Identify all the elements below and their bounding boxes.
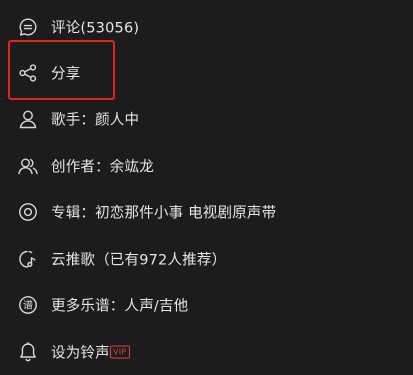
people-icon <box>16 154 40 178</box>
menu-item-label: 云推歌（已有972人推荐） <box>51 252 227 269</box>
bell-icon <box>16 340 40 364</box>
menu-item-label: 设为铃声 <box>51 345 110 362</box>
sheet-music-icon: 谱 <box>16 293 40 317</box>
menu-item-label: 评论(53056) <box>51 20 140 37</box>
person-icon <box>16 107 40 131</box>
svg-text:谱: 谱 <box>23 299 33 312</box>
menu-item-label: 更多乐谱：人声/吉他 <box>51 298 189 315</box>
menu-item-label: 专辑：初恋那件小事 电视剧原声带 <box>51 205 277 222</box>
share-icon <box>16 61 40 85</box>
vip-badge: VIP <box>110 345 130 359</box>
menu-item-label: 歌手：颜人中 <box>51 112 140 129</box>
cloud-music-icon <box>16 247 40 271</box>
album-icon <box>16 200 40 224</box>
menu-item-cloud-recommend[interactable]: 云推歌（已有972人推荐） <box>0 236 413 282</box>
comment-icon <box>16 15 40 39</box>
menu-item-share[interactable]: 分享 <box>0 50 413 96</box>
menu-item-comments[interactable]: 评论(53056) <box>0 4 413 50</box>
menu-item-creator[interactable]: 创作者：余竑龙 <box>0 143 413 189</box>
song-options-menu: 评论(53056) 分享 歌手：颜人中 创作者：余竑龙 专辑：初恋那件小事 电视… <box>0 0 413 375</box>
menu-item-album[interactable]: 专辑：初恋那件小事 电视剧原声带 <box>0 189 413 235</box>
menu-item-label: 创作者：余竑龙 <box>51 159 154 176</box>
menu-item-singer[interactable]: 歌手：颜人中 <box>0 96 413 142</box>
menu-item-sheet-music[interactable]: 谱 更多乐谱：人声/吉他 <box>0 282 413 328</box>
menu-item-ringtone[interactable]: 设为铃声 VIP <box>0 329 413 375</box>
menu-item-label: 分享 <box>51 66 81 83</box>
